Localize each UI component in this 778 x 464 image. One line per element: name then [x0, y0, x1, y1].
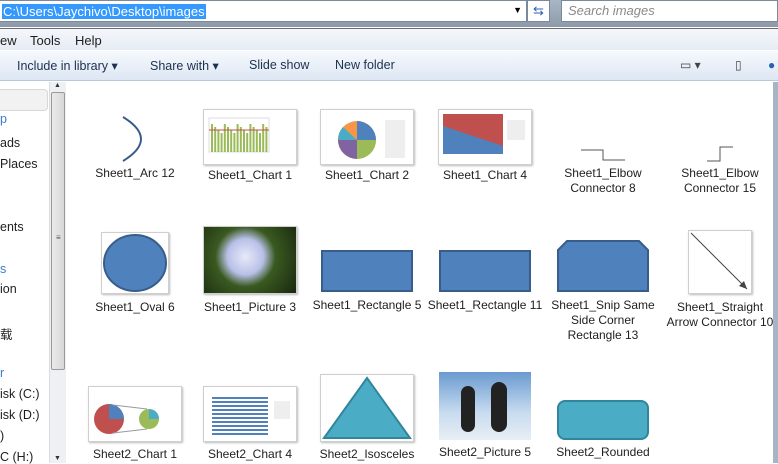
- nav-item[interactable]: r: [0, 366, 4, 380]
- address-bar-area: C:\Users\Jaychivo\Desktop\images ▼ ⇆ Sear…: [0, 0, 778, 27]
- address-input[interactable]: C:\Users\Jaychivo\Desktop\images ▼: [0, 0, 527, 22]
- file-thumbnail: [203, 109, 297, 165]
- nav-item[interactable]: p: [0, 112, 7, 126]
- file-item[interactable]: Sheet1_Rectangle 5: [308, 250, 426, 313]
- file-item[interactable]: Sheet2_Chart 4: [191, 386, 309, 462]
- file-thumbnail: [557, 400, 649, 440]
- file-name: Sheet1_Chart 1: [207, 168, 293, 182]
- file-name: Sheet2_Chart 4: [207, 447, 293, 461]
- file-item[interactable]: Sheet1_Picture 3: [191, 226, 309, 315]
- refresh-icon[interactable]: ⇆: [527, 0, 550, 22]
- file-thumbnail: [119, 115, 151, 163]
- file-thumbnail: [579, 147, 627, 163]
- share-label: Share with: [150, 59, 210, 73]
- file-thumbnail: [438, 109, 532, 165]
- address-path[interactable]: C:\Users\Jaychivo\Desktop\images: [2, 4, 206, 19]
- file-item[interactable]: Sheet1_Straight Arrow Connector 10: [661, 230, 778, 330]
- nav-scrollbar[interactable]: ▲ ≡ ▼: [49, 82, 66, 463]
- file-name: Sheet1_Elbow Connector 15: [681, 166, 759, 195]
- file-name: Sheet1_Arc 12: [95, 166, 175, 180]
- file-item[interactable]: Sheet2_Rounded: [544, 400, 662, 460]
- file-name: Sheet1_Oval 6: [95, 300, 175, 314]
- nav-item[interactable]: ads: [0, 136, 20, 150]
- file-name: Sheet1_Elbow Connector 8: [564, 166, 642, 195]
- file-thumbnail: [557, 240, 649, 292]
- file-thumbnail: [705, 145, 735, 163]
- file-name: Sheet2_Isosceles: [319, 447, 415, 461]
- grip-icon: ≡: [56, 233, 61, 242]
- scroll-down-icon[interactable]: ▼: [54, 455, 61, 462]
- file-thumbnail: [88, 386, 182, 442]
- new-folder-button[interactable]: New folder: [335, 58, 395, 72]
- nav-item[interactable]: isk (D:): [0, 408, 40, 422]
- nav-item[interactable]: C (H:): [0, 450, 33, 464]
- file-item[interactable]: Sheet1_Snip Same Side Corner Rectangle 1…: [544, 240, 662, 343]
- nav-item[interactable]: s: [0, 262, 6, 276]
- file-item[interactable]: Sheet1_Rectangle 11: [426, 250, 544, 313]
- file-item[interactable]: Sheet1_Oval 6: [76, 232, 194, 315]
- file-thumbnail: [321, 250, 413, 292]
- slide-show-button[interactable]: Slide show: [249, 58, 309, 72]
- file-item[interactable]: Sheet1_Elbow Connector 8: [544, 147, 662, 196]
- chevron-down-icon[interactable]: ▼: [513, 5, 522, 15]
- menu-tools[interactable]: Tools: [30, 33, 60, 48]
- file-name: Sheet2_Picture 5: [438, 445, 532, 459]
- file-thumbnail: [688, 230, 752, 294]
- scroll-up-icon[interactable]: ▲: [54, 82, 61, 89]
- nav-item[interactable]: isk (C:): [0, 387, 40, 401]
- file-item[interactable]: Sheet1_Chart 2: [308, 109, 426, 183]
- file-name: Sheet1_Chart 2: [324, 168, 410, 182]
- nav-item[interactable]: ion: [0, 282, 17, 296]
- file-name: Sheet2_Rounded: [556, 445, 650, 459]
- file-item[interactable]: Sheet2_Picture 5: [426, 372, 544, 460]
- menu-view[interactable]: ew: [0, 33, 17, 48]
- scroll-thumb[interactable]: ≡: [51, 92, 65, 370]
- file-name: Sheet1_Picture 3: [203, 300, 297, 314]
- view-options-icon[interactable]: ▭ ▾: [680, 58, 701, 72]
- file-item[interactable]: Sheet2_Chart 1: [76, 386, 194, 462]
- window-edge: [773, 82, 778, 463]
- file-thumbnail: [439, 372, 531, 440]
- file-item[interactable]: Sheet1_Elbow Connector 15: [661, 145, 778, 196]
- file-name: Sheet1_Chart 4: [442, 168, 528, 182]
- file-item[interactable]: Sheet1_Arc 12: [76, 115, 194, 181]
- share-with-button[interactable]: Share with ▾: [150, 58, 219, 73]
- help-icon[interactable]: ●: [768, 58, 775, 72]
- nav-item[interactable]: ): [0, 429, 4, 443]
- file-name: Sheet1_Rectangle 5: [312, 298, 422, 312]
- nav-item[interactable]: ents: [0, 220, 24, 234]
- nav-item[interactable]: Places: [0, 157, 38, 171]
- include-label: Include in library: [17, 59, 109, 73]
- file-item[interactable]: Sheet2_Isosceles: [308, 374, 426, 462]
- file-item[interactable]: Sheet1_Chart 4: [426, 109, 544, 183]
- menu-help[interactable]: Help: [75, 33, 102, 48]
- menu-bar: ew Tools Help: [0, 28, 778, 50]
- file-thumbnail: [203, 386, 297, 442]
- file-name: Sheet1_Snip Same Side Corner Rectangle 1…: [551, 298, 655, 342]
- nav-selected-item[interactable]: [0, 89, 48, 111]
- file-name: Sheet1_Rectangle 11: [427, 298, 543, 312]
- include-in-library-button[interactable]: Include in library ▾: [17, 58, 118, 73]
- file-name: Sheet1_Straight Arrow Connector 10: [666, 300, 774, 329]
- file-thumbnail: [320, 374, 414, 442]
- file-thumbnail: [101, 232, 169, 294]
- file-thumbnail: [203, 226, 297, 294]
- file-thumbnail: [439, 250, 531, 292]
- search-input[interactable]: Search images: [561, 0, 778, 22]
- file-item[interactable]: Sheet1_Chart 1: [191, 109, 309, 183]
- command-bar: Include in library ▾ Share with ▾ Slide …: [0, 51, 778, 81]
- nav-item[interactable]: 载: [0, 324, 13, 343]
- preview-pane-icon[interactable]: ▯: [735, 58, 742, 72]
- file-name: Sheet2_Chart 1: [92, 447, 178, 461]
- file-thumbnail: [320, 109, 414, 165]
